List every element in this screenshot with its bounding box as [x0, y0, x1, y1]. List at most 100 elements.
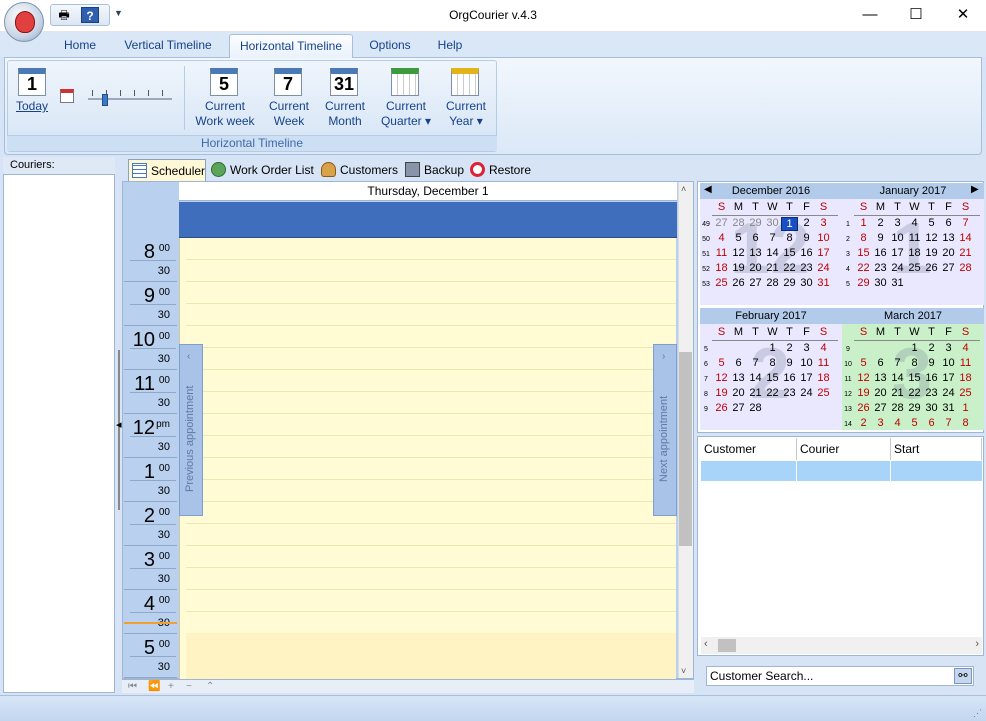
calendar-day[interactable]: 19 [923, 247, 940, 259]
calendar-day[interactable]: 26 [730, 277, 747, 289]
calendar-day[interactable]: 29 [906, 402, 923, 414]
calendar-day[interactable]: 24 [940, 387, 957, 399]
calendar-day[interactable]: 30 [872, 277, 889, 289]
calendar-day[interactable]: 3 [872, 417, 889, 429]
calendar-day[interactable]: 27 [730, 402, 747, 414]
zoom-slider-thumb[interactable] [102, 94, 108, 106]
calendar-day[interactable]: 31 [815, 277, 832, 289]
calendar-day[interactable]: 14 [889, 372, 906, 384]
calendar-day[interactable]: 25 [713, 277, 730, 289]
calendar-day[interactable]: 16 [872, 247, 889, 259]
collapse-arrow-icon[interactable]: ◂ [116, 418, 122, 431]
calendar-day[interactable]: 16 [781, 372, 798, 384]
calendar-day[interactable]: 8 [957, 417, 974, 429]
calendar-day[interactable]: 14 [764, 247, 781, 259]
calendar-day[interactable]: 21 [747, 387, 764, 399]
calendar-day[interactable]: 15 [764, 372, 781, 384]
calendar-day[interactable]: 29 [855, 277, 872, 289]
maximize-button[interactable]: ☐ [893, 0, 939, 30]
calendar-day[interactable]: 20 [730, 387, 747, 399]
calendar-day[interactable]: 21 [889, 387, 906, 399]
calendar-day[interactable]: 28 [730, 217, 747, 229]
tab-options[interactable]: Options [364, 37, 416, 57]
calendar-day[interactable]: 23 [923, 387, 940, 399]
calendar-day[interactable]: 6 [923, 417, 940, 429]
calendar-day[interactable]: 29 [781, 277, 798, 289]
calendar-day[interactable]: 14 [747, 372, 764, 384]
calendar-day[interactable]: 15 [781, 247, 798, 259]
calendar-day[interactable]: 20 [872, 387, 889, 399]
calendar-day[interactable]: 14 [957, 232, 974, 244]
calendar-day[interactable]: 22 [764, 387, 781, 399]
calendar-day[interactable]: 9 [798, 232, 815, 244]
calendar-day[interactable]: 4 [889, 417, 906, 429]
calendar-day[interactable]: 7 [940, 417, 957, 429]
scroll-left-icon[interactable]: ‹ [704, 638, 708, 650]
close-button[interactable]: ✕ [940, 0, 986, 30]
calendar-day[interactable]: 6 [747, 232, 764, 244]
calendar-day[interactable]: 22 [781, 262, 798, 274]
calendar-day[interactable]: 28 [747, 402, 764, 414]
calendar-day[interactable]: 17 [815, 247, 832, 259]
current-month-button[interactable]: 31 Current Month [320, 68, 370, 134]
calendar-day[interactable]: 27 [747, 277, 764, 289]
calendar-day[interactable]: 9 [781, 357, 798, 369]
day-header[interactable]: Thursday, December 1 [179, 182, 677, 201]
resize-grip-icon[interactable]: ⋰ [973, 708, 982, 719]
calendar-day[interactable]: 11 [906, 232, 923, 244]
calendar-day[interactable]: 3 [815, 217, 832, 229]
calendar-day[interactable]: 1 [855, 217, 872, 229]
calendar-day[interactable]: 12 [730, 247, 747, 259]
calendar-day[interactable]: 4 [906, 217, 923, 229]
calendar-day[interactable]: 27 [872, 402, 889, 414]
calendar-day[interactable]: 8 [855, 232, 872, 244]
previous-appointment-button[interactable]: ‹ Previous appointment [179, 344, 203, 516]
calendar-day[interactable]: 24 [815, 262, 832, 274]
calendar-day[interactable]: 30 [764, 217, 781, 229]
calendar-day[interactable]: 20 [747, 262, 764, 274]
calendar-day[interactable]: 5 [923, 217, 940, 229]
minimize-button[interactable]: — [847, 0, 893, 30]
calendar-day[interactable]: 3 [798, 342, 815, 354]
calendar-day[interactable]: 6 [940, 217, 957, 229]
calendar-day[interactable]: 13 [730, 372, 747, 384]
calendar-day[interactable]: 12 [855, 372, 872, 384]
calendar-day[interactable]: 18 [815, 372, 832, 384]
calendar-day[interactable]: 12 [713, 372, 730, 384]
calendar-day[interactable]: 1 [957, 402, 974, 414]
calendar-day[interactable]: 26 [713, 402, 730, 414]
calendar-day[interactable]: 30 [923, 402, 940, 414]
current-work-week-button[interactable]: 5 Current Work week [192, 68, 258, 134]
calendar-day[interactable]: 24 [889, 262, 906, 274]
calendar-day[interactable]: 21 [764, 262, 781, 274]
calendar-day[interactable]: 31 [940, 402, 957, 414]
calendar-day[interactable]: 21 [957, 247, 974, 259]
binoculars-icon[interactable]: ⚯ [954, 668, 972, 684]
calendar-day[interactable]: 10 [889, 232, 906, 244]
calendar-day[interactable]: 26 [923, 262, 940, 274]
scroll-right-icon[interactable]: › [975, 638, 979, 650]
tab-help[interactable]: Help [432, 37, 468, 57]
tab-backup[interactable]: Backup [402, 159, 464, 181]
month-calendar[interactable]: 12 December 2016 S M T W T F S 49 50 51 52 53 27 28 29 30… [700, 183, 842, 305]
couriers-panel[interactable] [3, 157, 115, 693]
prev-month-icon[interactable]: ◀ [704, 184, 712, 195]
calendar-day[interactable]: 12 [923, 232, 940, 244]
calendar-day[interactable]: 22 [855, 262, 872, 274]
calendar-day[interactable]: 18 [713, 262, 730, 274]
zoom-slider-track[interactable] [88, 98, 172, 100]
calendar-day[interactable]: 3 [940, 342, 957, 354]
next-appointment-button[interactable]: › Next appointment [653, 344, 677, 516]
next-month-icon[interactable]: ▶ [971, 184, 979, 195]
calendar-day[interactable]: 10 [815, 232, 832, 244]
tab-horizontal-timeline[interactable]: Horizontal Timeline [229, 34, 353, 58]
tab-home[interactable]: Home [60, 37, 100, 57]
column-header-start[interactable]: Start [891, 438, 982, 460]
calendar-day[interactable]: 19 [730, 262, 747, 274]
edit-icon[interactable]: ⌃ [206, 680, 214, 693]
scroll-up-icon[interactable]: ˄ [681, 184, 686, 194]
tab-vertical-timeline[interactable]: Vertical Timeline [118, 37, 218, 57]
calendar-day[interactable]: 16 [798, 247, 815, 259]
calendar-day[interactable]: 5 [713, 357, 730, 369]
calendar-day[interactable]: 25 [906, 262, 923, 274]
